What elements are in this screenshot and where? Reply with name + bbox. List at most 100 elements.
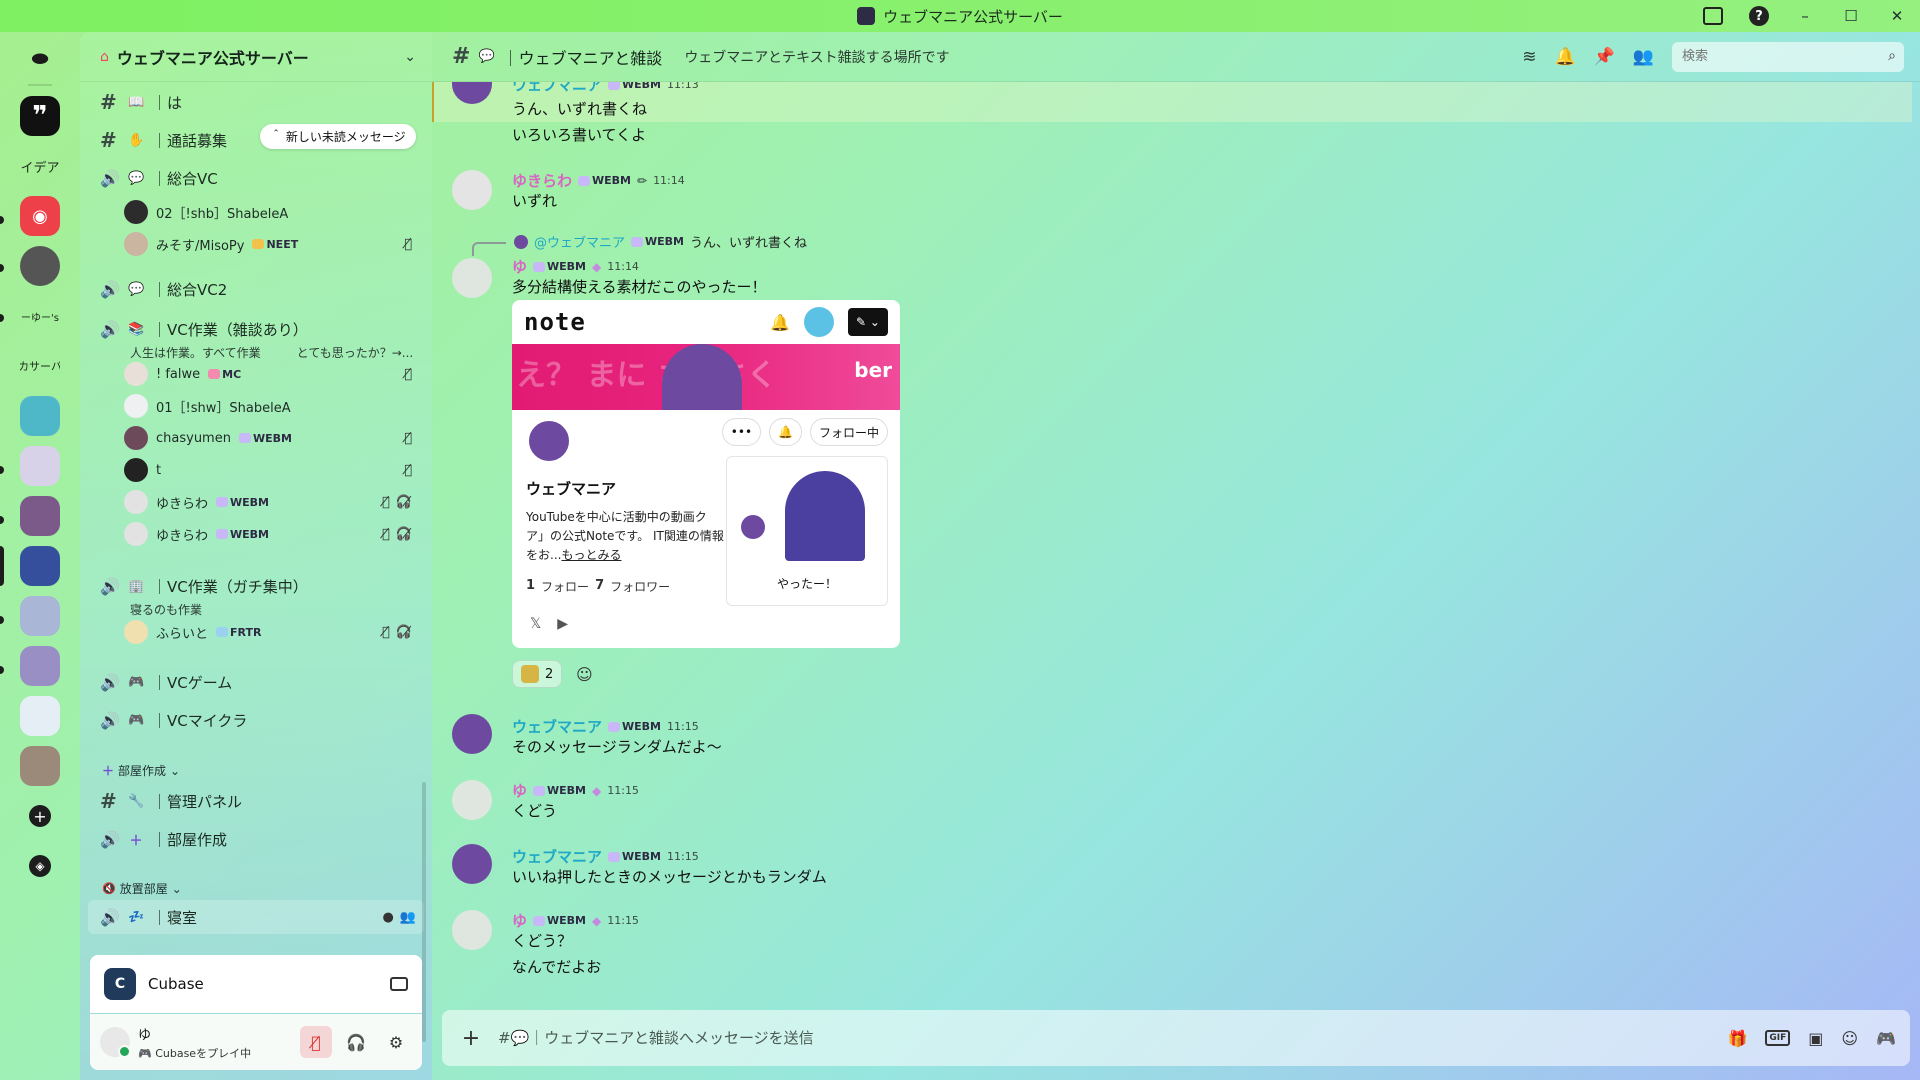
voice-member[interactable]: 02［!shb］ShabeleA [124,198,424,226]
server-avatar-4[interactable] [20,496,60,536]
channel-voice-focus-work[interactable]: 🔊 🏢 ｜VC作業（ガチ集中） [88,569,424,603]
sticker-icon[interactable]: ▣ [1808,1029,1823,1048]
avatar[interactable] [452,844,492,884]
minimize-button[interactable]: – [1782,0,1828,32]
search-input[interactable] [1672,41,1904,72]
inbox-button[interactable] [1690,0,1736,32]
server-rail: ⬬ ❞ イデア ◉ ーゆー's カサーバ + ◈ [0,32,80,1080]
voice-member[interactable]: chasyumen WEBM 🎙̸ [124,424,424,452]
explore-servers-button[interactable]: ◈ [20,846,60,886]
voice-member[interactable]: みそす/MisoPy NEET 🎙̸ [124,230,424,258]
bell-icon: 🔔 [770,312,790,332]
reply-preview[interactable]: @ウェブマニア WEBM うん、いずれ書くね [514,232,807,251]
emoji-icon[interactable]: ☺ [1841,1029,1858,1048]
server-discord-red[interactable]: ◉ [20,196,60,236]
channel-text-admin-panel[interactable]: # 🔧 ｜管理パネル [88,784,424,818]
screen-share-icon[interactable] [390,977,408,991]
role-tag-icon [608,82,621,90]
sidebar-scrollbar[interactable] [422,782,426,1042]
guild-header[interactable]: ⌂ ウェブマニア公式サーバー ⌄ [80,32,432,82]
voice-member[interactable]: ふらいと FRTR 🎙̸ 🎧̸ [124,618,424,646]
message-author[interactable]: ウェブマニア [512,846,602,867]
channel-voice-general[interactable]: 🔊 💬 ｜総合VC [88,161,424,195]
reaction-chip[interactable]: 2 [512,660,563,688]
channel-voice-minecraft[interactable]: 🔊 🎮 ｜VCマイクラ [88,703,424,737]
channel-voice-room-create[interactable]: 🔊 ＋ ｜部屋作成 [88,822,424,856]
voice-member[interactable]: 01［!shw］ShabeleA [124,392,424,420]
close-button[interactable]: ✕ [1874,0,1920,32]
category-idle-room[interactable]: 🔇 放置部屋 ⌄ [102,880,182,897]
new-unread-messages-pill[interactable]: ＾ 新しい未読メッセージ [260,124,416,149]
server-avatar-2[interactable] [20,396,60,436]
channel-voice-bedroom[interactable]: 🔊 💤 ｜寝室 ● 👥 [88,900,424,934]
category-room-create[interactable]: ＋ 部屋作成 ⌄ [102,762,180,779]
read-more-link: もっとみる [561,548,622,562]
invite-icon[interactable]: 👥 [400,910,416,925]
server-avatar-8[interactable] [20,746,60,786]
message-author[interactable]: ウェブマニア [512,82,602,95]
member-name: ゆきらわ [156,528,209,544]
server-avatar-selected[interactable] [20,546,60,586]
avatar [124,200,148,224]
server-kasaba[interactable]: カサーバ [20,346,60,386]
channel-topic[interactable]: ウェブマニアとテキスト雑談する場所です [684,47,949,67]
message-author[interactable]: ウェブマニア [512,716,602,737]
server-avatar-1[interactable] [20,246,60,286]
deafen-button[interactable]: 🎧 [340,1026,372,1058]
channel-voice-game[interactable]: 🔊 🎮 ｜VCゲーム [88,665,424,699]
server-avatar-7[interactable] [20,696,60,736]
pinned-caption: やったー！ [776,577,837,591]
avatar[interactable] [452,714,492,754]
voice-member[interactable]: ゆきらわ WEBM 🎙̸ 🎧̸ [124,520,424,548]
avatar[interactable] [452,780,492,820]
members-icon[interactable]: 👥 [1633,47,1654,67]
quote-icon: ❞ [32,101,48,131]
server-idea[interactable]: イデア [20,146,60,186]
user-avatar[interactable] [100,1027,131,1058]
message-input[interactable] [498,1029,1716,1047]
more-options-button: ••• [721,418,762,446]
avatar[interactable] [452,910,492,950]
message-author[interactable]: ゆきらわ [512,170,572,191]
voice-member[interactable]: ! falwe MC 🎙̸ [124,360,424,388]
voice-member[interactable]: t 🎙̸ [124,456,424,484]
pin-icon[interactable]: 📌 [1594,47,1615,67]
message-author[interactable]: ゆ [512,910,527,931]
gift-icon[interactable]: 🎁 [1727,1029,1747,1048]
voice-member[interactable]: ゆきらわ WEBM 🎙̸ 🎧̸ [124,488,424,516]
settings-button[interactable]: ⚙ [380,1026,412,1058]
mute-button[interactable]: 🎙̸ [300,1026,332,1058]
add-reaction-button[interactable]: ☺ [570,660,598,688]
threads-icon[interactable]: ≋ [1522,47,1536,67]
channel-voice-work-chat[interactable]: 🔊 📚 ｜VC作業（雑談あり） [88,312,424,346]
message-author[interactable]: ゆ [512,780,527,801]
title-bar: ウェブマニア公式サーバー ? – ☐ ✕ [0,0,1920,32]
user-info[interactable]: ゆ 🎮 Cubaseをプレイ中 [138,1024,292,1061]
add-server-button[interactable]: + [20,796,60,836]
direct-messages-button[interactable]: ⬬ [20,38,60,78]
bell-icon[interactable]: 🔔 [1554,47,1575,67]
message-timestamp: 11:15 [667,720,699,733]
message-author[interactable]: ゆ [512,256,527,277]
channel-text-1[interactable]: # 📖 ｜は [88,85,424,119]
gif-icon[interactable]: GIF [1765,1030,1791,1046]
activity-panel[interactable]: C Cubase [90,955,422,1013]
chat-icon[interactable]: ● [382,910,393,925]
server-avatar-3[interactable] [20,446,60,486]
help-button[interactable]: ? [1736,0,1782,32]
avatar[interactable] [452,170,492,210]
upload-plus-button[interactable]: + [456,1023,486,1053]
activities-gamepad-icon[interactable]: 🎮 [1876,1029,1896,1048]
server-yuu[interactable]: ーゆー's [20,296,60,336]
pinned-character-image [785,471,865,561]
server-avatar-5[interactable] [20,596,60,636]
avatar[interactable] [452,258,492,298]
channel-voice-general-2[interactable]: 🔊 💬 ｜総合VC2 [88,272,424,306]
server-avatar-6[interactable] [20,646,60,686]
server-quote[interactable]: ❞ [20,96,60,136]
reply-mention[interactable]: @ウェブマニア [534,232,625,251]
message-header: ウェブマニア WEBM 11:15 [512,716,699,737]
note-embed[interactable]: note 🔔 ✎ ⌄ え？ まに さくさく ber ••• 🔔 フォロー中 ウェ… [512,300,900,648]
maximize-button[interactable]: ☐ [1828,0,1874,32]
search-box: ⌕ [1672,41,1904,72]
